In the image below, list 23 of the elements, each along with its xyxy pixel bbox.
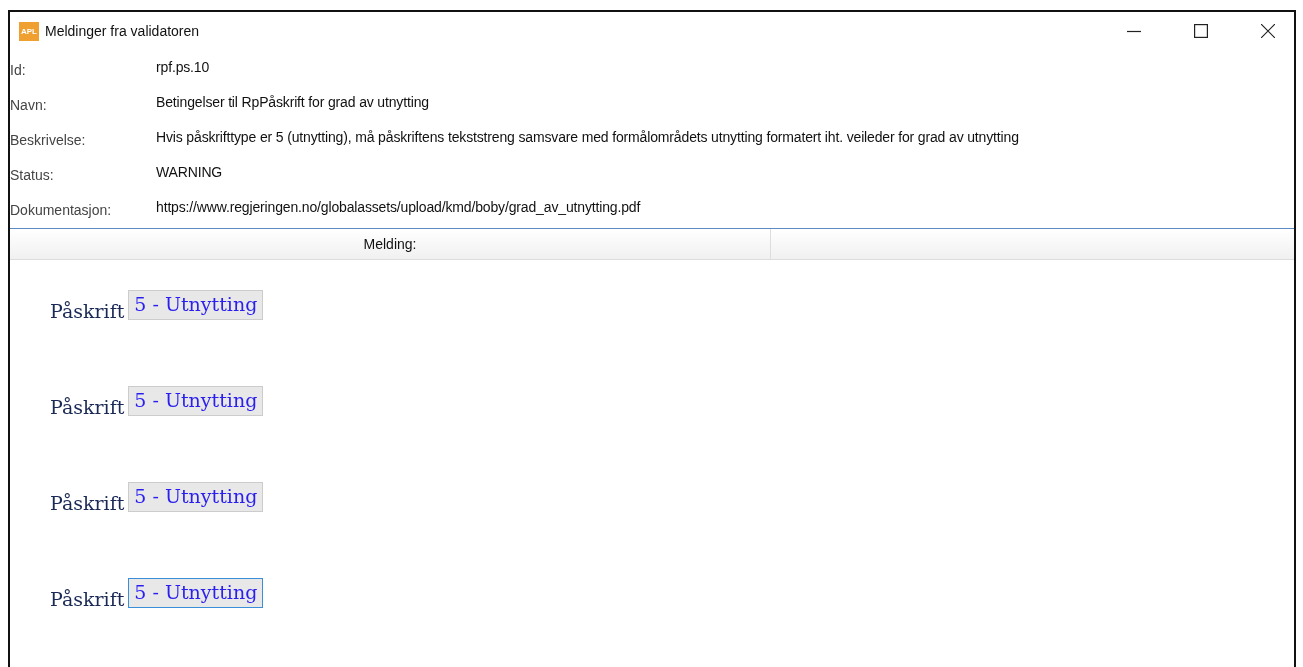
- field-value: rpf.ps.10: [156, 58, 210, 75]
- maximize-icon[interactable]: [1194, 24, 1208, 38]
- message-label: Påskrift: [50, 588, 125, 610]
- type-button[interactable]: 5 - Utnytting: [128, 386, 264, 416]
- close-icon[interactable]: [1261, 24, 1275, 38]
- message-label: Påskrift: [50, 492, 125, 514]
- field-label: Beskrivelse:: [10, 130, 87, 148]
- message-label: Påskrift: [50, 396, 125, 418]
- type-button[interactable]: 5 - Utnytting: [128, 578, 264, 608]
- field-value: Betingelser til RpPåskrift for grad av utnytting: [156, 93, 429, 110]
- field-value: WARNING: [156, 163, 223, 180]
- field-label: Status:: [10, 165, 55, 183]
- field-label: Navn:: [10, 95, 48, 113]
- field-label: Dokumentasjon:: [10, 200, 113, 218]
- column-header[interactable]: Melding:: [10, 229, 771, 259]
- app-logo-icon: APL: [19, 21, 39, 41]
- field-value: Hvis påskrifttype er 5 (utnytting), må påskriftens tekststreng samsvare med formålområdets utnytting formatert iht. veileder for grad av utnytting: [156, 128, 1019, 145]
- field-value: https://www.regjeringen.no/globalassets/upload/kmd/boby/grad_av_utnytting.pdf: [156, 198, 641, 215]
- type-button[interactable]: 5 - Utnytting: [128, 482, 264, 512]
- type-button[interactable]: 5 - Utnytting: [128, 290, 264, 320]
- field-label: Id:: [10, 60, 27, 78]
- message-label: Påskrift: [50, 300, 125, 322]
- window-title: Meldinger fra validatoren: [45, 23, 200, 39]
